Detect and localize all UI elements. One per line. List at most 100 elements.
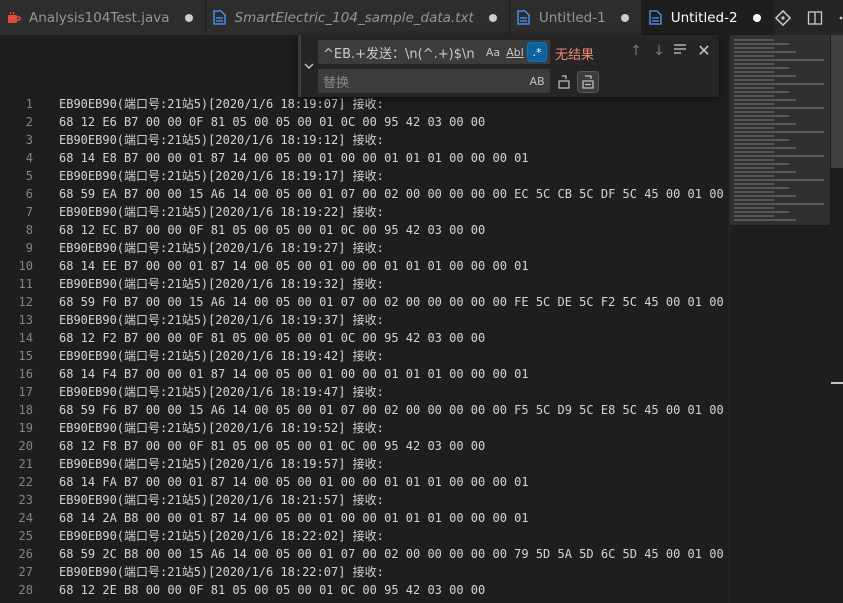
editor-text-area[interactable]: 1 EB90EB90(端口号:21站5)[2020/1/6 18:19:07] 接… [0,35,729,603]
line-number: 6 [25,187,33,201]
minimap-line [734,115,789,117]
line-text: 68 14 FA B7 00 00 01 87 14 00 05 00 01 0… [59,475,529,489]
minimap-line [734,131,824,133]
scrollbar-cursor-marker [831,382,843,384]
line-text: EB90EB90(端口号:21站5)[2020/1/6 18:19:22] 接收… [59,205,384,219]
minimap-line [734,111,774,113]
unsaved-dot-icon[interactable] [488,13,497,22]
tab-label: SmartElectric_104_sample_data.txt [234,9,474,26]
minimap-line [734,107,824,109]
minimap-line [734,171,796,173]
minimap-line [734,147,796,149]
line-text: EB90EB90(端口号:21站5)[2020/1/6 18:22:07] 接收… [59,565,384,579]
line-text: 68 14 2A B8 00 00 01 87 14 00 05 00 01 0… [59,511,529,525]
unsaved-dot-icon[interactable] [620,13,629,22]
line-number: 13 [18,313,33,327]
find-result-status: 无结果 [555,48,595,63]
minimap-line [734,87,774,89]
toggle-replace-button[interactable] [301,35,317,97]
replace-one-icon[interactable] [554,72,574,92]
replace-input[interactable]: 替换 AB [318,69,550,93]
match-case-toggle[interactable]: Aa [484,43,502,61]
regex-toggle[interactable]: .* [527,42,547,62]
editor-actions [774,0,843,35]
minimap-line [734,39,774,41]
line-text: EB90EB90(端口号:21站5)[2020/1/6 18:19:07] 接收… [59,97,384,111]
minimap-line [734,183,774,185]
git-compare-icon[interactable] [774,9,792,27]
line-number: 19 [18,421,33,435]
minimap-line [734,143,774,145]
find-replace-widget: ^EB.+发送：\n(^.+)$\n Aa Abl .* 无结果 ↑ ↓ ✕ 替… [298,35,719,97]
line-number: 10 [18,259,33,273]
line-text: 68 59 F0 B7 00 00 15 A6 14 00 05 00 01 0… [59,295,724,309]
minimap-line [734,195,796,197]
minimap-line [734,127,774,129]
line-text: EB90EB90(端口号:21站5)[2020/1/6 18:19:52] 接收… [59,421,384,435]
minimap[interactable] [729,35,843,603]
replace-all-icon[interactable] [577,71,599,93]
line-text: 68 59 EA B7 00 00 15 A6 14 00 05 00 01 0… [59,187,724,201]
minimap-line [734,119,774,121]
line-number: 12 [18,295,33,309]
find-in-selection-icon[interactable] [671,43,689,59]
minimap-line [734,99,796,101]
minimap-line [734,179,824,181]
preserve-case-toggle[interactable]: AB [528,72,546,90]
tab-label: Untitled-2 [670,9,738,26]
line-number: 11 [18,277,33,291]
split-editor-icon[interactable] [806,9,824,27]
minimap-line [734,75,796,77]
tab-label: Untitled-1 [538,9,606,26]
more-actions-icon[interactable] [838,9,843,27]
minimap-line [734,155,824,157]
line-text: 68 12 F8 B7 00 00 0F 81 05 00 05 00 01 0… [59,439,486,453]
minimap-line [734,211,789,213]
minimap-line [734,91,789,93]
whole-word-toggle[interactable]: Abl [506,43,524,61]
minimap-line [734,151,774,153]
line-text: 68 59 2C B8 00 00 15 A6 14 00 05 00 01 0… [59,547,724,561]
line-number: 14 [18,331,33,345]
tab-untitled-1[interactable]: Untitled-1 [509,0,642,35]
line-number: 18 [18,403,33,417]
line-number: 23 [18,493,33,507]
line-number: 3 [25,133,33,147]
close-icon[interactable]: ✕ [695,41,713,60]
minimap-line [734,79,774,81]
file-icon [212,10,228,26]
line-number: 25 [18,529,33,543]
minimap-line [734,139,789,141]
java-cup-icon [6,10,22,26]
vertical-scrollbar-thumb[interactable] [831,35,843,168]
minimap-line [734,55,774,57]
line-number: 5 [25,169,33,183]
minimap-line [734,47,774,49]
file-icon [516,10,532,26]
line-number: 27 [18,565,33,579]
line-text: EB90EB90(端口号:21站5)[2020/1/6 18:19:32] 接收… [59,277,384,291]
previous-match-icon[interactable]: ↑ [627,43,645,59]
minimap-line [734,199,774,201]
tab-smartelectric-sample-data[interactable]: SmartElectric_104_sample_data.txt [205,0,510,35]
line-text: EB90EB90(端口号:21站5)[2020/1/6 18:19:37] 接收… [59,313,384,327]
unsaved-dot-icon[interactable] [184,13,193,22]
tab-untitled-2[interactable]: Untitled-2 [641,0,774,35]
line-text: EB90EB90(端口号:21站5)[2020/1/6 18:19:57] 接收… [59,457,384,471]
find-input[interactable]: ^EB.+发送：\n(^.+)$\n Aa Abl .* [318,40,550,64]
minimap-line [734,67,789,69]
tab-analysis104test[interactable]: Analysis104Test.java [0,0,206,35]
minimap-line [734,203,824,205]
line-number: 24 [18,511,33,525]
line-text: 68 12 2E B8 00 00 0F 81 05 00 05 00 01 0… [59,583,486,597]
minimap-line [734,51,796,53]
line-text: EB90EB90(端口号:21站5)[2020/1/6 18:21:57] 接收… [59,493,384,507]
next-match-icon[interactable]: ↓ [650,43,668,59]
tab-bar: Analysis104Test.java SmartElectric_104_s… [0,0,843,35]
unsaved-dot-icon[interactable] [752,13,761,22]
line-number: 26 [18,547,33,561]
minimap-line [734,103,774,105]
chevron-down-icon [304,63,314,69]
line-text: EB90EB90(端口号:21站5)[2020/1/6 18:19:12] 接收… [59,133,384,147]
line-number: 28 [18,583,33,597]
